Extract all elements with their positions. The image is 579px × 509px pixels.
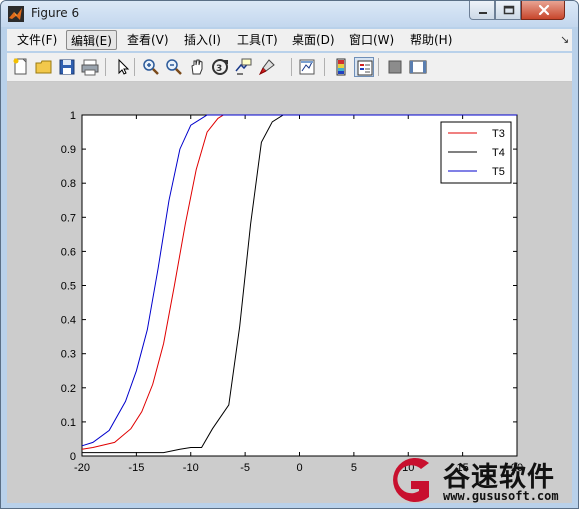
menu-item-6[interactable]: 窗口(W) bbox=[345, 30, 398, 50]
x-tick-label: -5 bbox=[240, 462, 250, 474]
menu-item-0[interactable]: 文件(F) bbox=[13, 30, 61, 50]
hide-plot-tools-button[interactable] bbox=[385, 57, 405, 77]
close-icon bbox=[538, 4, 550, 16]
plot-svg: -20 -15 -10 -5 0 5 10 15 2000.10.20.30.40.50.60.… bbox=[61, 110, 523, 474]
link-plot-icon bbox=[299, 59, 315, 75]
print-icon bbox=[81, 59, 99, 76]
show-plot-tools-icon bbox=[409, 60, 427, 74]
toolbar-separator bbox=[291, 58, 292, 76]
y-tick-label: 0.3 bbox=[61, 349, 76, 361]
y-tick-label: 1 bbox=[70, 110, 76, 122]
toolbar-separator bbox=[105, 58, 106, 76]
toolbar-separator bbox=[378, 58, 379, 76]
new-figure-icon bbox=[13, 58, 27, 75]
rotate-3d-icon: 3 bbox=[212, 59, 228, 75]
toolbar-separator bbox=[134, 58, 135, 76]
zoom-out-icon bbox=[166, 59, 182, 75]
minimize-button[interactable] bbox=[469, 1, 495, 20]
zoom-out-button[interactable] bbox=[164, 57, 184, 77]
svg-text:3: 3 bbox=[216, 64, 222, 74]
matlab-logo-icon bbox=[8, 6, 24, 22]
open-icon bbox=[35, 60, 52, 74]
x-tick-label: -15 bbox=[128, 462, 144, 474]
hide-plot-tools-icon bbox=[388, 60, 402, 74]
y-tick-label: 0.2 bbox=[61, 383, 76, 395]
zoom-in-icon bbox=[143, 59, 159, 75]
legend-icon bbox=[357, 60, 373, 76]
close-button[interactable] bbox=[521, 1, 565, 20]
toolbar-separator bbox=[324, 58, 325, 76]
link-plot-button[interactable] bbox=[297, 57, 317, 77]
pointer-button[interactable] bbox=[113, 57, 133, 77]
show-plot-tools-button[interactable] bbox=[408, 57, 428, 77]
data-cursor-icon bbox=[235, 58, 252, 75]
y-tick-label: 0.7 bbox=[61, 212, 76, 224]
menu-bar: ↘ 文件(F) 编辑(E) 查看(V) 插入(I) 工具(T) 桌面(D) 窗口(W) 帮助(… bbox=[7, 29, 572, 51]
legend-label-T4: T4 bbox=[492, 147, 505, 159]
watermark-url: www.gususoft.com bbox=[443, 489, 559, 503]
colorbar-icon bbox=[336, 58, 346, 76]
legend-label-T3: T3 bbox=[492, 128, 505, 140]
menu-item-3[interactable]: 插入(I) bbox=[180, 30, 225, 50]
x-tick-label: 5 bbox=[351, 462, 357, 474]
pan-button[interactable] bbox=[187, 57, 207, 77]
window-title: Figure 6 bbox=[31, 6, 80, 20]
save-button[interactable] bbox=[57, 57, 77, 77]
brush-button[interactable] bbox=[257, 57, 277, 77]
pointer-icon bbox=[118, 58, 130, 75]
maximize-icon bbox=[503, 5, 515, 15]
figure-toolbar: 3 bbox=[7, 53, 572, 82]
y-tick-label: 0.4 bbox=[61, 315, 76, 327]
watermark-logo: 谷速软件 www.gususoft.com bbox=[381, 451, 578, 508]
title-bar[interactable]: Figure 6 bbox=[1, 1, 578, 27]
zoom-in-button[interactable] bbox=[141, 57, 161, 77]
menu-item-5[interactable]: 桌面(D) bbox=[288, 30, 339, 50]
menu-item-7[interactable]: 帮助(H) bbox=[406, 30, 456, 50]
save-icon bbox=[59, 59, 75, 75]
new-figure-button[interactable] bbox=[11, 57, 31, 77]
legend-button[interactable] bbox=[354, 57, 374, 77]
y-tick-label: 0.1 bbox=[61, 417, 76, 429]
menu-item-4[interactable]: 工具(T) bbox=[233, 30, 282, 50]
x-tick-label: -10 bbox=[183, 462, 199, 474]
watermark-logo-icon bbox=[393, 458, 429, 502]
y-tick-label: 0.9 bbox=[61, 144, 76, 156]
print-button[interactable] bbox=[80, 57, 100, 77]
colorbar-button[interactable] bbox=[331, 57, 351, 77]
dock-arrow-icon[interactable]: ↘ bbox=[560, 33, 569, 46]
figure-canvas: -20 -15 -10 -5 0 5 10 15 20 0 0.1 0.2 0.3 0.4 0.5 0.6 0.… bbox=[7, 82, 572, 503]
x-tick-label: -20 bbox=[74, 462, 90, 474]
open-button[interactable] bbox=[34, 57, 54, 77]
maximize-button[interactable] bbox=[495, 1, 521, 20]
menu-item-1[interactable]: 编辑(E) bbox=[66, 30, 117, 50]
data-cursor-button[interactable] bbox=[233, 57, 253, 77]
legend-label-T5: T5 bbox=[492, 166, 505, 178]
rotate-3d-button[interactable]: 3 bbox=[210, 57, 230, 77]
menu-item-2[interactable]: 查看(V) bbox=[123, 30, 173, 50]
y-tick-label: 0.6 bbox=[61, 246, 76, 258]
brush-icon bbox=[258, 59, 275, 76]
y-tick-label: 0.5 bbox=[61, 281, 76, 293]
pan-icon bbox=[191, 59, 203, 75]
y-tick-label: 0 bbox=[70, 451, 76, 463]
minimize-icon bbox=[479, 12, 487, 14]
x-tick-label: 0 bbox=[296, 462, 302, 474]
figure-window: Figure 6 ↘ 文件(F) 编辑(E) 查看(V) 插入(I) 工具(T) 桌面(D… bbox=[0, 0, 579, 509]
y-tick-label: 0.8 bbox=[61, 178, 76, 190]
